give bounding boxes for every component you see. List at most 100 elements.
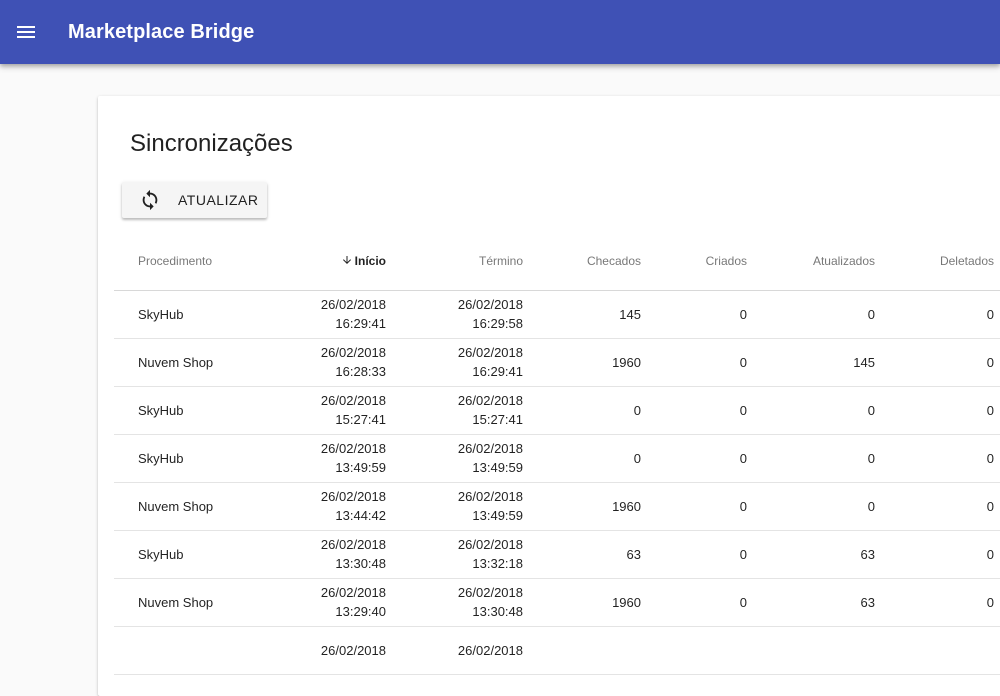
- cell-inicio: 26/02/2018 16:28:33: [274, 338, 386, 387]
- cell-spacer: [994, 434, 1000, 483]
- cell-spacer: [994, 626, 1000, 675]
- cell-termino-time: 13:49:59: [472, 508, 523, 523]
- cell-procedimento: SkyHub: [114, 434, 274, 483]
- cell-termino: 26/02/2018 13:32:18: [386, 530, 523, 579]
- cell-inicio: 26/02/2018 13:49:59: [274, 434, 386, 483]
- column-header-checados[interactable]: Checados: [523, 233, 641, 291]
- cell-inicio-date: 26/02/2018: [320, 441, 386, 456]
- cell-procedimento: SkyHub: [114, 290, 274, 339]
- cell-atualizados: 63: [747, 578, 875, 627]
- cell-termino-date: 26/02/2018: [457, 642, 523, 658]
- cell-atualizados: 0: [747, 290, 875, 339]
- cell-deletados: 0: [875, 386, 994, 435]
- cell-termino-date: 26/02/2018: [457, 441, 523, 456]
- cell-inicio-time: 15:27:41: [335, 412, 386, 427]
- column-header-criados[interactable]: Criados: [641, 233, 747, 291]
- cell-checados: 0: [523, 386, 641, 435]
- column-header-inicio-label: Início: [354, 254, 386, 269]
- cell-termino-date: 26/02/2018: [457, 393, 523, 408]
- cell-termino: 26/02/2018 16:29:41: [386, 338, 523, 387]
- cell-criados: 0: [641, 434, 747, 483]
- page-title: Sincronizações: [130, 130, 293, 157]
- cell-atualizados: 63: [747, 530, 875, 579]
- column-spacer: [994, 233, 1000, 291]
- table-row: 26/02/2018 26/02/2018: [114, 626, 1000, 675]
- table-row: SkyHub 26/02/2018 13:30:48 26/02/2018 13:32:…: [114, 530, 1000, 579]
- cell-atualizados: 0: [747, 386, 875, 435]
- cell-procedimento: SkyHub: [114, 530, 274, 579]
- cell-deletados: [875, 626, 994, 675]
- column-header-deletados[interactable]: Deletados: [875, 233, 994, 291]
- cell-checados: 1960: [523, 578, 641, 627]
- cell-atualizados: 145: [747, 338, 875, 387]
- app-title: Marketplace Bridge: [68, 20, 255, 43]
- cell-spacer: [994, 290, 1000, 339]
- cell-atualizados: 0: [747, 482, 875, 531]
- arrow-down-icon: [341, 254, 353, 266]
- cell-inicio-time: 13:44:42: [335, 508, 386, 523]
- menu-button[interactable]: [0, 0, 52, 64]
- cell-deletados: 0: [875, 530, 994, 579]
- cell-checados: 1960: [523, 482, 641, 531]
- cell-inicio-date: 26/02/2018: [320, 537, 386, 552]
- table-row: SkyHub 26/02/2018 13:49:59 26/02/2018 13:49:…: [114, 434, 1000, 483]
- cell-deletados: 0: [875, 290, 994, 339]
- cell-spacer: [994, 338, 1000, 387]
- cell-inicio-time: 13:49:59: [335, 460, 386, 475]
- cell-termino: 26/02/2018 13:49:59: [386, 434, 523, 483]
- table-row: Nuvem Shop 26/02/2018 13:44:42 26/02/2018 13…: [114, 482, 1000, 531]
- cell-deletados: 0: [875, 482, 994, 531]
- cell-deletados: 0: [875, 578, 994, 627]
- cell-inicio: 26/02/2018 13:30:48: [274, 530, 386, 579]
- cell-atualizados: 0: [747, 434, 875, 483]
- column-header-termino[interactable]: Término: [386, 233, 523, 291]
- cell-inicio: 26/02/2018 16:29:41: [274, 290, 386, 339]
- column-header-inicio[interactable]: Início: [274, 233, 386, 291]
- cell-criados: 0: [641, 482, 747, 531]
- cell-checados: 1960: [523, 338, 641, 387]
- cell-deletados: 0: [875, 434, 994, 483]
- cell-procedimento: SkyHub: [114, 386, 274, 435]
- cell-procedimento: [114, 626, 274, 675]
- cell-checados: 63: [523, 530, 641, 579]
- cell-termino: 26/02/2018 15:27:41: [386, 386, 523, 435]
- cell-inicio-date: 26/02/2018: [320, 585, 386, 600]
- cell-termino-date: 26/02/2018: [457, 345, 523, 360]
- cell-inicio: 26/02/2018 15:27:41: [274, 386, 386, 435]
- cell-atualizados: [747, 626, 875, 675]
- cell-termino-date: 26/02/2018: [457, 585, 523, 600]
- sync-table: Procedimento Início Término Checados Cri…: [114, 233, 1000, 675]
- refresh-button[interactable]: ATUALIZAR: [122, 182, 267, 218]
- cell-checados: 145: [523, 290, 641, 339]
- cell-termino-date: 26/02/2018: [457, 537, 523, 552]
- cell-termino: 26/02/2018: [386, 626, 523, 675]
- cell-procedimento: Nuvem Shop: [114, 578, 274, 627]
- cell-inicio-time: 16:29:41: [335, 316, 386, 331]
- cell-checados: 0: [523, 434, 641, 483]
- app-toolbar: Marketplace Bridge: [0, 0, 1000, 64]
- cell-termino-date: 26/02/2018: [457, 297, 523, 312]
- cell-procedimento: Nuvem Shop: [114, 482, 274, 531]
- cell-spacer: [994, 530, 1000, 579]
- sync-card: Sincronizações ATUALIZAR Procedimento In…: [98, 96, 1000, 696]
- column-header-atualizados[interactable]: Atualizados: [747, 233, 875, 291]
- cell-deletados: 0: [875, 338, 994, 387]
- cell-inicio-date: 26/02/2018: [320, 345, 386, 360]
- cell-termino-time: 16:29:58: [472, 316, 523, 331]
- cell-criados: 0: [641, 290, 747, 339]
- column-header-procedimento[interactable]: Procedimento: [114, 233, 274, 291]
- table-row: SkyHub 26/02/2018 16:29:41 26/02/2018 16:29:…: [114, 290, 1000, 339]
- cell-checados: [523, 626, 641, 675]
- cell-inicio: 26/02/2018 13:44:42: [274, 482, 386, 531]
- cell-inicio-date: 26/02/2018: [320, 489, 386, 504]
- cell-spacer: [994, 482, 1000, 531]
- cell-inicio: 26/02/2018: [274, 626, 386, 675]
- cell-criados: [641, 626, 747, 675]
- cell-termino-time: 13:30:48: [472, 604, 523, 619]
- refresh-icon: [138, 188, 162, 212]
- table-header-row: Procedimento Início Término Checados Cri…: [114, 233, 1000, 291]
- cell-termino-time: 13:32:18: [472, 556, 523, 571]
- cell-inicio-time: 13:29:40: [335, 604, 386, 619]
- table-row: SkyHub 26/02/2018 15:27:41 26/02/2018 15:27:…: [114, 386, 1000, 435]
- refresh-button-label: ATUALIZAR: [178, 192, 259, 208]
